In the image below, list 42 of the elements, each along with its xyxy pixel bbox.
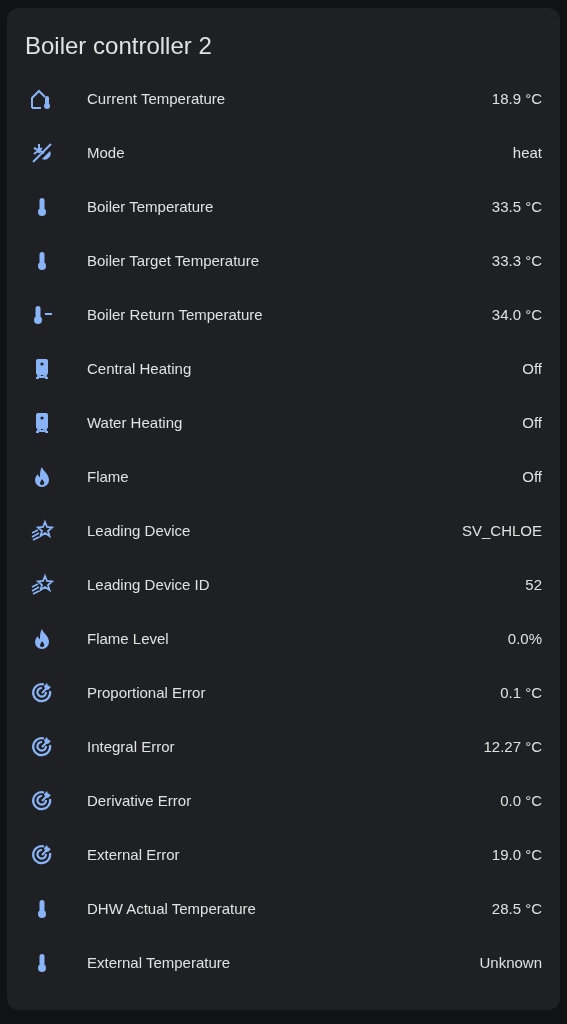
entity-name[interactable]: Derivative Error bbox=[87, 789, 501, 813]
target-icon bbox=[30, 681, 54, 705]
entity-name[interactable]: Integral Error bbox=[87, 735, 484, 759]
entity-name[interactable]: Leading Device ID bbox=[87, 573, 526, 597]
entity-value: 34.0 °C bbox=[491, 304, 542, 325]
entity-value: 33.3 °C bbox=[491, 250, 542, 271]
entity-name[interactable]: Water Heating bbox=[87, 411, 523, 435]
entity-name[interactable]: Boiler Return Temperature bbox=[87, 303, 492, 327]
entity-value: 18.9 °C bbox=[491, 88, 542, 109]
entity-name[interactable]: Boiler Target Temperature bbox=[87, 249, 492, 273]
target-icon bbox=[30, 789, 54, 813]
entity-name[interactable]: Current Temperature bbox=[87, 87, 492, 111]
entity-name[interactable]: Central Heating bbox=[87, 357, 523, 381]
entity-value: Off bbox=[522, 358, 542, 379]
entity-value: 0.0% bbox=[507, 628, 542, 649]
entity-value: 0.0 °C bbox=[500, 790, 542, 811]
entity-name[interactable]: Mode bbox=[87, 141, 513, 165]
entity-value: Off bbox=[522, 412, 542, 433]
entity-name[interactable]: Flame Level bbox=[87, 627, 508, 651]
entity-value: Unknown bbox=[479, 952, 542, 973]
entity-name[interactable]: External Temperature bbox=[87, 951, 480, 975]
entity-value: 0.1 °C bbox=[500, 682, 542, 703]
entity-name[interactable]: DHW Actual Temperature bbox=[87, 897, 492, 921]
entity-name[interactable]: Proportional Error bbox=[87, 681, 501, 705]
target-icon bbox=[30, 735, 54, 759]
entity-name[interactable]: Leading Device bbox=[87, 519, 462, 543]
entity-name[interactable]: Flame bbox=[87, 465, 523, 489]
entity-name[interactable]: External Error bbox=[87, 843, 492, 867]
card-title: Boiler controller 2 bbox=[25, 31, 213, 61]
entity-value: Off bbox=[522, 466, 542, 487]
snowflake-sun-icon bbox=[30, 141, 54, 165]
entity-value: SV_CHLOE bbox=[461, 520, 542, 541]
shooting-star-icon bbox=[30, 519, 54, 543]
entity-value: heat bbox=[512, 142, 542, 163]
shooting-star-icon bbox=[30, 573, 54, 597]
entity-value: 28.5 °C bbox=[491, 898, 542, 919]
entity-value: 33.5 °C bbox=[491, 196, 542, 217]
entity-value: 19.0 °C bbox=[491, 844, 542, 865]
entity-name[interactable]: Boiler Temperature bbox=[87, 195, 492, 219]
entity-value: 12.27 °C bbox=[483, 736, 542, 757]
entity-value: 52 bbox=[525, 574, 542, 595]
target-icon bbox=[30, 843, 54, 867]
